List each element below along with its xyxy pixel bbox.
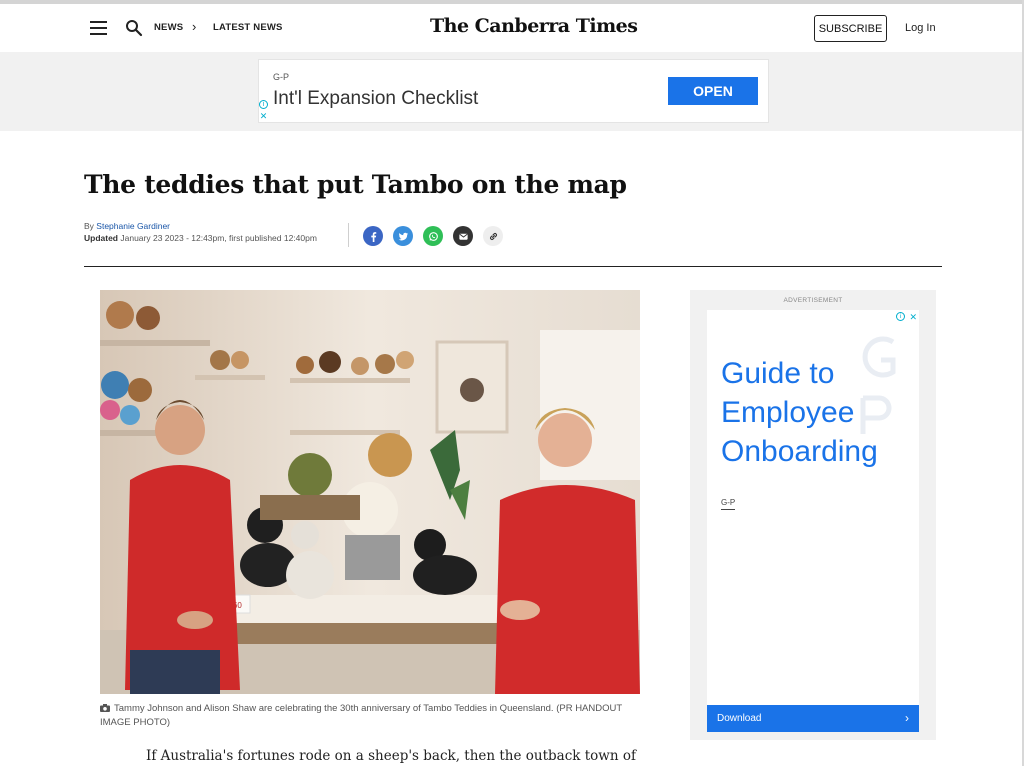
ad-info-icon[interactable]: i: [259, 100, 268, 109]
photo-caption: Tammy Johnson and Alison Shaw are celebr…: [100, 702, 640, 730]
ad-close-icon[interactable]: ✕: [259, 112, 268, 121]
top-ad-open-button[interactable]: OPEN: [668, 77, 758, 105]
facebook-icon: [370, 231, 376, 242]
sidebar-ad-card[interactable]: i ✕ Guide to Employee Onboarding G-P Dow…: [707, 310, 919, 732]
camera-icon: [100, 704, 110, 712]
link-icon: [489, 232, 497, 240]
byline-prefix: By: [84, 221, 94, 231]
updated-label: Updated: [84, 233, 118, 243]
hamburger-menu-icon[interactable]: [90, 21, 107, 35]
breadcrumb-latest-news[interactable]: LATEST NEWS: [213, 22, 283, 33]
share-twitter-button[interactable]: [393, 226, 413, 246]
site-header: NEWS › LATEST NEWS The Canberra Times SU…: [0, 4, 1022, 52]
email-icon: [458, 233, 468, 240]
brand-underline: [721, 509, 735, 510]
site-logo[interactable]: The Canberra Times: [430, 15, 638, 37]
top-ad-banner[interactable]: G-P Int'l Expansion Checklist OPEN i ✕: [258, 59, 769, 123]
ad-close-icon[interactable]: ✕: [909, 312, 917, 323]
meta-divider: [348, 223, 349, 247]
chevron-right-icon: ›: [192, 19, 197, 34]
caption-text: Tammy Johnson and Alison Shaw are celebr…: [100, 703, 622, 728]
article-body-first-line: If Australia's fortunes rode on a sheep'…: [146, 748, 636, 764]
breadcrumb-news[interactable]: NEWS: [154, 22, 183, 33]
sidebar-ad-title[interactable]: Guide to Employee Onboarding: [721, 354, 911, 471]
sidebar-advertisement: ADVERTISEMENT i ✕ Guide to Employee Onbo…: [690, 290, 936, 740]
sidebar-ad-download-button[interactable]: Download ›: [707, 705, 919, 732]
article-headline: The teddies that put Tambo on the map: [84, 170, 627, 199]
advertisement-label: ADVERTISEMENT: [783, 297, 843, 304]
download-label: Download: [717, 713, 762, 724]
author-link[interactable]: Stephanie Gardiner: [96, 221, 170, 231]
sidebar-ad-brand: G-P: [721, 498, 736, 507]
ad-info-icon[interactable]: i: [896, 312, 905, 321]
byline: By Stephanie Gardiner: [84, 221, 170, 231]
login-link[interactable]: Log In: [905, 22, 936, 34]
share-facebook-button[interactable]: [363, 226, 383, 246]
share-email-button[interactable]: [453, 226, 473, 246]
updated-timestamp: Updated January 23 2023 - 12:43pm, first…: [84, 233, 317, 243]
share-whatsapp-button[interactable]: [423, 226, 443, 246]
twitter-icon: [398, 232, 408, 240]
search-icon[interactable]: [125, 19, 143, 37]
subscribe-button[interactable]: SUBSCRIBE: [814, 15, 887, 42]
chevron-right-icon: ›: [905, 711, 909, 725]
article-hero-photo[interactable]: $160: [100, 290, 640, 694]
updated-text: January 23 2023 - 12:43pm, first publish…: [120, 233, 317, 243]
article-header-rule: [84, 266, 942, 267]
whatsapp-icon: [428, 231, 438, 241]
photo-illustration: $160: [100, 290, 640, 694]
top-ad-title[interactable]: Int'l Expansion Checklist: [273, 88, 478, 110]
share-link-button[interactable]: [483, 226, 503, 246]
top-ad-band: G-P Int'l Expansion Checklist OPEN i ✕: [0, 52, 1022, 131]
top-ad-brand: G-P: [273, 72, 290, 82]
